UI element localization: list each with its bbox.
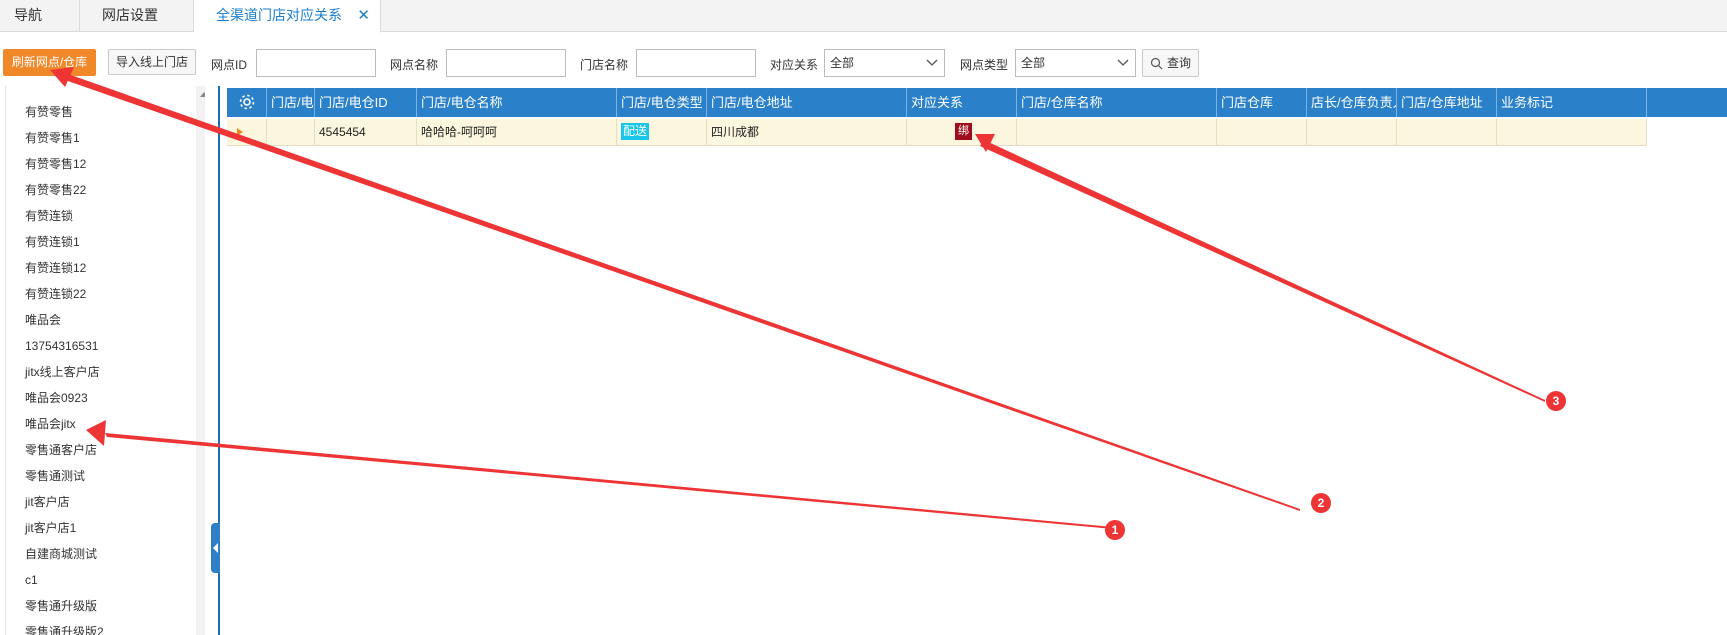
- annotation-badge-3: 3: [1546, 391, 1566, 411]
- cell-warehouse: [1217, 119, 1307, 146]
- list-item[interactable]: 零售通测试: [25, 466, 85, 486]
- col-store-id[interactable]: 门店/电仓ID: [315, 88, 417, 117]
- list-item[interactable]: 有赞连锁22: [25, 284, 86, 304]
- list-item[interactable]: 自建商城测试: [25, 544, 97, 564]
- annotation-arrow-3: [980, 140, 1545, 402]
- cell-business-tag: [1497, 119, 1647, 146]
- scrollbar[interactable]: [196, 86, 205, 635]
- cell-warehouse-name: [1017, 119, 1217, 146]
- list-item[interactable]: jit客户店1: [25, 518, 76, 538]
- store-name-input[interactable]: [636, 49, 756, 77]
- cell-store: [267, 119, 315, 146]
- annotation-arrow-1: [105, 433, 1113, 529]
- outlet-id-label: 网点ID: [211, 58, 248, 72]
- annotation-badge-2: 2: [1311, 493, 1331, 513]
- cell-store-type: 配送: [617, 119, 707, 146]
- col-store[interactable]: 门店/电仓: [267, 88, 315, 117]
- outlet-name-input[interactable]: [446, 49, 566, 77]
- col-warehouse[interactable]: 门店仓库: [1217, 88, 1307, 117]
- cell-store-id: 4545454: [315, 119, 417, 146]
- relation-select-value: 全部: [830, 56, 855, 70]
- tab-navigation[interactable]: 导航: [0, 0, 80, 32]
- collapse-panel-handle[interactable]: [211, 523, 220, 573]
- caret-right-icon: [237, 128, 243, 136]
- col-warehouse-address[interactable]: 门店/仓库地址: [1397, 88, 1497, 117]
- cell-store-address: 四川成都: [707, 119, 907, 146]
- query-label: 查询: [1167, 56, 1192, 70]
- store-name-label: 门店名称: [580, 58, 629, 72]
- outlet-id-input[interactable]: [256, 49, 376, 77]
- chevron-down-icon: [1117, 59, 1129, 66]
- list-item[interactable]: 有赞零售22: [25, 180, 86, 200]
- list-item[interactable]: 有赞连锁12: [25, 258, 86, 278]
- row-indicator-cell: [227, 119, 267, 146]
- annotation-badge-1: 1: [1105, 520, 1125, 540]
- col-store-address[interactable]: 门店/电仓地址: [707, 88, 907, 117]
- list-item[interactable]: 有赞零售: [25, 102, 73, 122]
- cell-warehouse-address: [1397, 119, 1497, 146]
- list-item[interactable]: 唯品会jitx: [25, 414, 76, 434]
- tab-label: 导航: [14, 7, 42, 23]
- list-item[interactable]: c1: [25, 570, 38, 590]
- grid-settings-cell[interactable]: [227, 88, 267, 117]
- col-store-name[interactable]: 门店/电仓名称: [417, 88, 617, 117]
- col-store-type[interactable]: 门店/电仓类型: [617, 88, 707, 117]
- list-item[interactable]: 零售通升级版2: [25, 622, 104, 635]
- cell-relation: 绑: [907, 119, 1017, 146]
- scroll-up-icon[interactable]: [200, 92, 205, 97]
- outlet-type-select-value: 全部: [1021, 56, 1046, 70]
- outlet-name-label: 网点名称: [390, 58, 439, 72]
- tab-bar: 导航 网店设置 全渠道门店对应关系 ✕: [0, 0, 1727, 33]
- list-item[interactable]: 13754316531: [25, 336, 98, 356]
- col-relation[interactable]: 对应关系: [907, 88, 1017, 117]
- list-item[interactable]: jitx线上客户店: [25, 362, 100, 382]
- search-icon: [1150, 57, 1163, 70]
- cell-store-name: 哈哈哈-呵呵呵: [417, 119, 617, 146]
- list-item[interactable]: 有赞零售12: [25, 154, 86, 174]
- list-item[interactable]: 有赞零售1: [25, 128, 80, 148]
- gear-icon[interactable]: [238, 93, 256, 111]
- col-business-tag[interactable]: 业务标记: [1497, 88, 1647, 117]
- tab-store-settings[interactable]: 网店设置: [80, 0, 194, 32]
- relation-label: 对应关系: [770, 58, 819, 72]
- col-warehouse-name[interactable]: 门店/仓库名称: [1017, 88, 1217, 117]
- type-badge: 配送: [621, 123, 650, 141]
- table-row[interactable]: 4545454 哈哈哈-呵呵呵 配送 四川成都 绑: [227, 119, 1647, 146]
- outlet-type-label: 网点类型: [960, 58, 1009, 72]
- bind-button[interactable]: 绑: [955, 123, 972, 140]
- list-item[interactable]: 唯品会0923: [25, 388, 88, 408]
- tab-omni-channel-store-mapping[interactable]: 全渠道门店对应关系 ✕: [194, 0, 381, 33]
- col-manager[interactable]: 店长/仓库负责人: [1307, 88, 1397, 117]
- outlet-list-panel: 有赞零售有赞零售1 有赞零售12 有赞零售22 有赞连锁有赞连锁1 有赞连锁12 有赞连锁…: [5, 86, 205, 635]
- toolbar: 刷新网点/仓库 导入线上门店 网点ID 网点名称 门店名称 对应关系 全部 网点…: [0, 32, 1727, 84]
- outlet-type-select[interactable]: 全部: [1015, 49, 1136, 77]
- refresh-outlets-button[interactable]: 刷新网点/仓库: [3, 49, 96, 76]
- tab-label: 网店设置: [102, 7, 158, 23]
- relation-select[interactable]: 全部: [824, 49, 945, 77]
- list-item[interactable]: 唯品会: [25, 310, 61, 330]
- grid-header: 门店/电仓 门店/电仓ID 门店/电仓名称 门店/电仓类型 门店/电仓地址 对应…: [227, 88, 1727, 117]
- chevron-down-icon: [926, 59, 938, 66]
- list-item[interactable]: 零售通升级版: [25, 596, 97, 616]
- list-item[interactable]: jit客户店: [25, 492, 70, 512]
- list-item[interactable]: 零售通客户店: [25, 440, 97, 460]
- cell-manager: [1307, 119, 1397, 146]
- close-icon[interactable]: ✕: [357, 0, 370, 31]
- import-online-stores-button[interactable]: 导入线上门店: [108, 49, 196, 75]
- query-button[interactable]: 查询: [1142, 49, 1199, 77]
- tab-label: 全渠道门店对应关系: [216, 7, 342, 23]
- list-item[interactable]: 有赞连锁: [25, 206, 73, 226]
- list-item[interactable]: 有赞连锁1: [25, 232, 80, 252]
